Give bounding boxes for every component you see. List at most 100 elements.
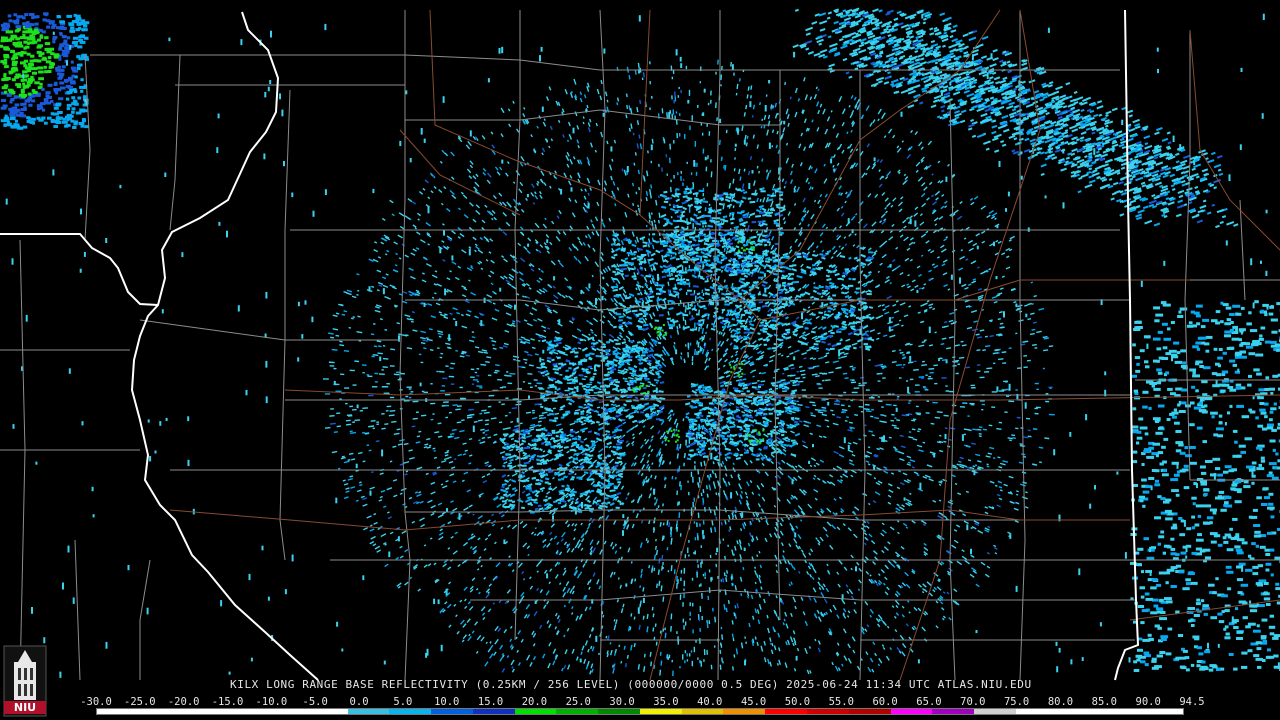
echo-pixel [692, 501, 694, 508]
echo-pixel [686, 659, 689, 662]
echo-pixel [672, 670, 674, 677]
echo-pixel [672, 140, 675, 144]
echo-pixel [703, 659, 705, 662]
echo-pixel [693, 497, 696, 502]
echo-pixel [687, 480, 689, 483]
echo-pixel [389, 396, 395, 399]
echo-pixel [683, 133, 686, 140]
echo-pixel [593, 392, 598, 394]
echo-pixel [586, 383, 592, 386]
echo-pixel [699, 628, 701, 632]
echo-pixel [967, 415, 970, 417]
echo-pixel [488, 374, 492, 377]
echo-pixel [671, 95, 673, 100]
echo-pixel [432, 413, 435, 415]
echo-pixel [976, 370, 981, 372]
echo-pixel [706, 620, 708, 623]
echo-pixel [686, 226, 689, 230]
echo-pixel [668, 654, 671, 659]
echo-pixel [470, 376, 475, 378]
echo-pixel [679, 533, 682, 537]
echo-pixel [696, 571, 698, 578]
echo-pixel [675, 111, 678, 114]
echo-pixel [686, 218, 688, 222]
echo-pixel [667, 570, 670, 573]
echo-pixel [945, 385, 948, 387]
echo-pixel [323, 378, 329, 380]
echo-pixel [1049, 387, 1052, 389]
echo-pixel [694, 322, 696, 328]
echo-pixel [689, 311, 691, 315]
echo-pixel [678, 86, 680, 89]
echo-pixel [448, 411, 452, 414]
echo-pixel [927, 377, 933, 380]
echo-pixel [699, 638, 701, 644]
echo-pixel [689, 602, 691, 607]
echo-pixel [671, 76, 674, 80]
echo-pixel [372, 427, 375, 430]
echo-pixel [344, 387, 350, 389]
echo-pixel [1005, 381, 1008, 383]
echo-pixel [694, 461, 696, 464]
echo-pixel [708, 203, 711, 207]
echo-pixel [688, 89, 691, 96]
echo-pixel [697, 482, 699, 486]
echo-pixel [704, 576, 706, 579]
echo-pixel [542, 374, 545, 377]
echo-pixel [690, 471, 693, 478]
echo-pixel [697, 296, 699, 300]
echo-pixel [701, 132, 704, 136]
echo-pixel [340, 373, 345, 376]
echo-pixel [877, 380, 881, 382]
echo-pixel [696, 522, 698, 528]
echo-pixel [683, 588, 685, 591]
echo-pixel [537, 387, 543, 389]
echo-pixel [684, 650, 687, 654]
echo-pixel [666, 654, 669, 659]
echo-pixel [688, 491, 690, 496]
echo-pixel [932, 401, 938, 404]
echo-pixel [713, 645, 716, 648]
echo-pixel [412, 400, 419, 403]
echo-pixel [688, 206, 691, 213]
echo-pixel [685, 292, 688, 296]
echo-pixel [684, 660, 686, 664]
echo-pixel [504, 374, 507, 377]
echo-pixel [502, 386, 507, 388]
echo-pixel [672, 109, 675, 115]
echo-pixel [851, 379, 855, 382]
echo-pixel [677, 172, 679, 176]
echo-pixel [664, 627, 666, 631]
echo-pixel [423, 391, 428, 394]
echo-pixel [522, 381, 526, 383]
echo-pixel [680, 569, 683, 574]
echo-pixel [962, 402, 966, 405]
echo-pixel [896, 398, 899, 400]
echo-pixel [671, 659, 673, 663]
echo-pixel [691, 577, 694, 581]
echo-pixel [689, 653, 691, 657]
echo-pixel [847, 405, 851, 408]
echo-pixel [957, 363, 961, 366]
echo-pixel [698, 584, 701, 587]
echo-pixel [694, 550, 697, 555]
echo-pixel [687, 547, 689, 553]
echo-pixel [937, 359, 941, 362]
echo-pixel [406, 386, 412, 388]
echo-pixel [352, 384, 357, 386]
echo-pixel [781, 387, 786, 390]
echo-pixel [460, 397, 467, 400]
echo-pixel [1042, 367, 1045, 370]
echo-pixel [420, 361, 424, 364]
echo-pixel [692, 476, 694, 483]
echo-pixel [505, 397, 509, 399]
echo-pixel [991, 406, 996, 409]
echo-pixel [444, 393, 451, 396]
echo-pixel [408, 388, 412, 390]
echo-pixel [408, 396, 412, 399]
echo-pixel [702, 193, 705, 197]
echo-pixel [333, 367, 337, 370]
echo-pixel [442, 377, 448, 380]
echo-pixel [915, 384, 920, 386]
echo-pixel [703, 88, 706, 93]
